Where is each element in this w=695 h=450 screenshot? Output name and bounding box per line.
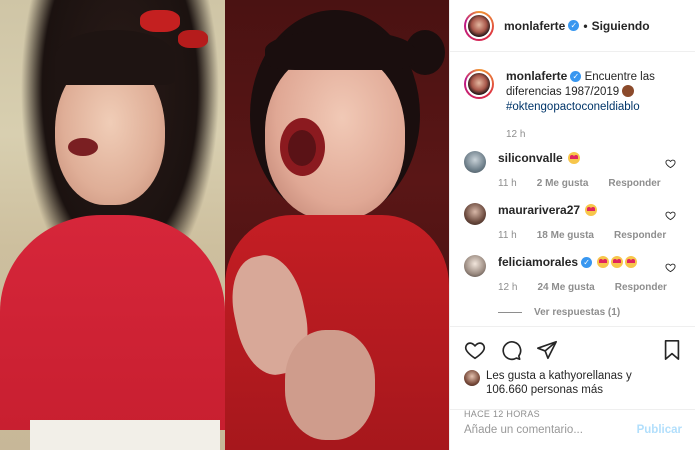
liker-avatar[interactable] <box>464 370 480 386</box>
caption: monlaferte ✓ Encuentre las diferencias 19… <box>464 69 682 142</box>
caption-username[interactable]: monlaferte <box>506 69 567 83</box>
comment-item: maurarivera27 11 h 18 Me gusta Responder <box>464 203 682 243</box>
post-header: monlaferte ✓ • Siguiendo <box>450 0 695 52</box>
comment-time[interactable]: 12 h <box>498 280 517 295</box>
comment-username[interactable]: maurarivera27 <box>498 203 580 217</box>
comment-likes[interactable]: 2 Me gusta <box>537 176 589 191</box>
comment-item: siliconvalle 11 h 2 Me gusta Responder <box>464 151 682 191</box>
publish-button[interactable]: Publicar <box>637 424 682 436</box>
likes-summary: Les gusta a kathyorellanas y 106.660 per… <box>464 369 682 397</box>
caption-hashtag[interactable]: #oktengopactoconeldiablo <box>506 101 640 113</box>
likes-text[interactable]: Les gusta a kathyorellanas y <box>486 370 632 382</box>
heart-eyes-emoji <box>567 152 580 164</box>
heart-eyes-emoji <box>597 256 610 268</box>
view-replies-label: Ver respuestas (1) <box>534 307 621 318</box>
following-button[interactable]: Siguiendo <box>592 19 650 33</box>
heart-eyes-emoji <box>611 256 624 268</box>
author-avatar[interactable] <box>464 10 494 41</box>
post-image[interactable] <box>0 0 449 450</box>
action-bar: Les gusta a kathyorellanas y 106.660 per… <box>450 326 695 419</box>
replies-divider <box>498 312 522 313</box>
reply-button[interactable]: Responder <box>608 176 660 191</box>
reply-button[interactable]: Responder <box>614 228 666 243</box>
likes-count[interactable]: 106.660 personas más <box>486 384 603 396</box>
caption-emoji <box>622 85 635 97</box>
heart-icon[interactable] <box>665 158 676 169</box>
comment-likes[interactable]: 24 Me gusta <box>537 280 594 295</box>
heart-icon[interactable] <box>665 262 676 273</box>
commenter-avatar[interactable] <box>464 255 486 277</box>
share-icon[interactable] <box>536 339 558 361</box>
verified-badge-icon: ✓ <box>570 71 582 83</box>
comment-time[interactable]: 11 h <box>498 176 517 191</box>
childhood-photo <box>0 0 225 450</box>
bookmark-icon[interactable] <box>662 339 682 361</box>
heart-eyes-emoji <box>585 204 598 216</box>
comment-input[interactable] <box>464 424 637 436</box>
instagram-post: monlaferte ✓ • Siguiendo monlaferte ✓ Enc… <box>0 0 695 450</box>
add-comment-bar: Publicar <box>450 409 695 450</box>
heart-icon[interactable] <box>665 210 676 221</box>
view-replies-button[interactable]: Ver respuestas (1) <box>498 305 682 320</box>
comments-section: monlaferte ✓ Encuentre las diferencias 19… <box>450 53 695 325</box>
commenter-avatar[interactable] <box>464 151 486 173</box>
post-sidebar: monlaferte ✓ • Siguiendo monlaferte ✓ Enc… <box>449 0 695 450</box>
recent-photo <box>225 0 449 450</box>
caption-avatar[interactable] <box>464 69 494 99</box>
verified-badge-icon: ✓ <box>581 257 593 269</box>
author-username[interactable]: monlaferte <box>504 19 565 33</box>
separator-dot: • <box>583 18 588 33</box>
comment-username[interactable]: feliciamorales <box>498 255 578 269</box>
reply-button[interactable]: Responder <box>615 280 667 295</box>
comment-time[interactable]: 11 h <box>498 228 517 243</box>
heart-icon[interactable] <box>464 339 486 361</box>
heart-eyes-emoji <box>625 256 638 268</box>
comment-likes[interactable]: 18 Me gusta <box>537 228 594 243</box>
commenter-avatar[interactable] <box>464 203 486 225</box>
caption-time[interactable]: 12 h <box>506 127 525 142</box>
comment-icon[interactable] <box>500 339 522 361</box>
verified-badge-icon: ✓ <box>568 20 580 31</box>
comment-item: feliciamorales ✓ 12 h 24 Me gusta Respond… <box>464 255 682 320</box>
comment-username[interactable]: siliconvalle <box>498 151 563 165</box>
